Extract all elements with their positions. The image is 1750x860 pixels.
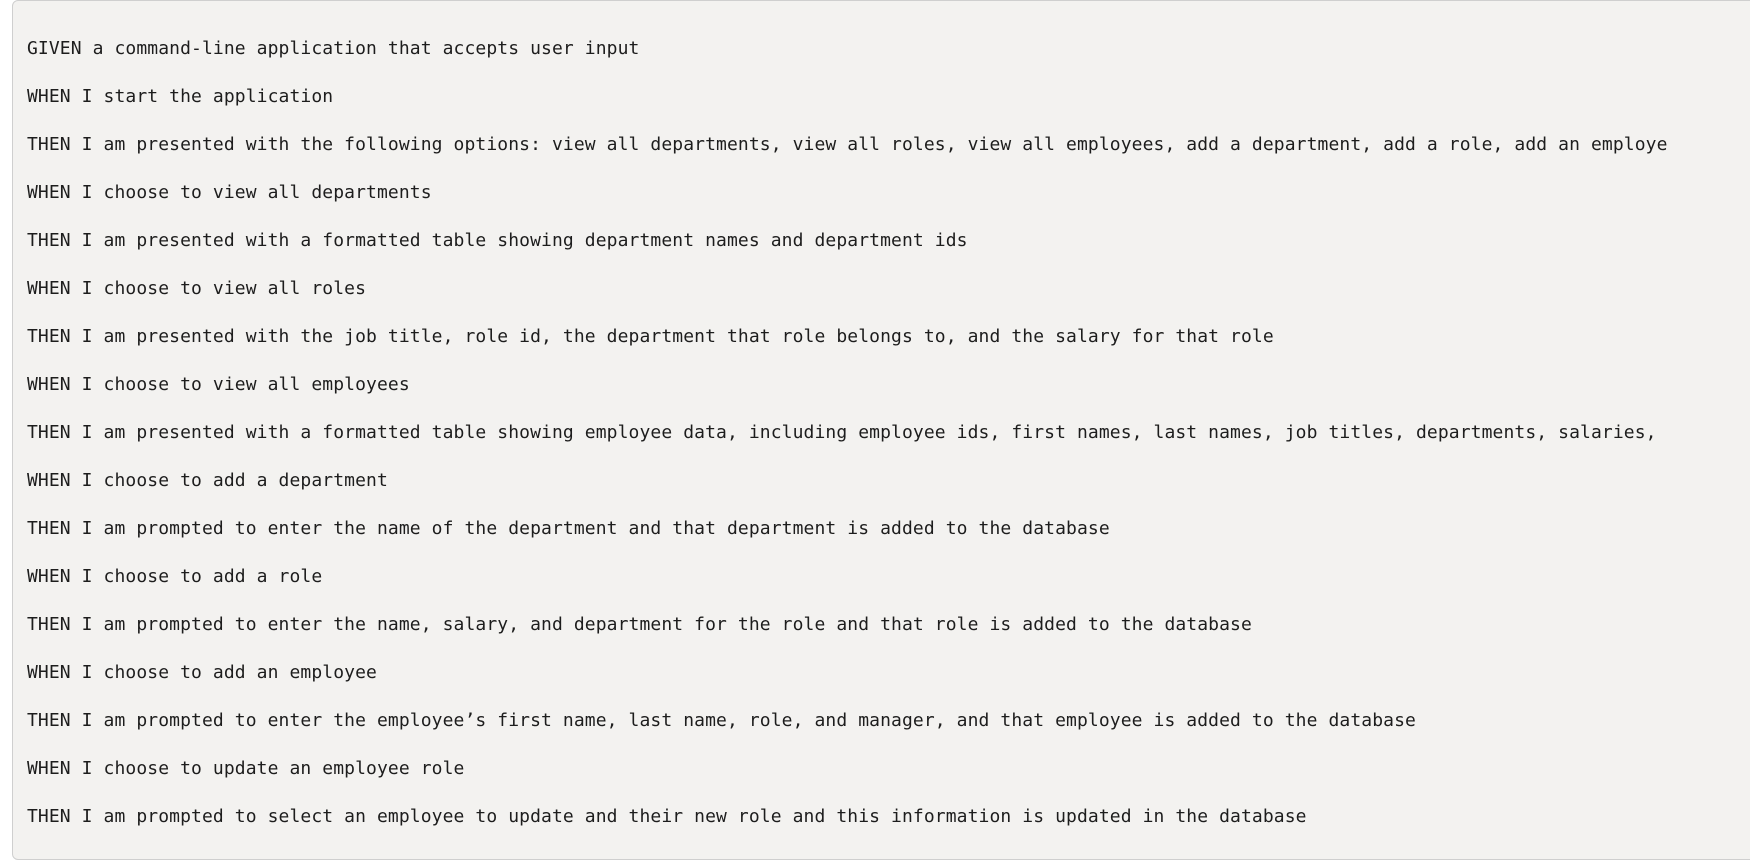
code-line: WHEN I choose to view all departments — [27, 182, 432, 203]
code-line: GIVEN a command-line application that ac… — [27, 38, 640, 59]
code-line: THEN I am prompted to enter the name of … — [27, 518, 1110, 539]
code-line: THEN I am presented with the job title, … — [27, 326, 1274, 347]
code-line: WHEN I choose to add a role — [27, 566, 323, 587]
code-line: THEN I am presented with a formatted tab… — [27, 422, 1657, 443]
code-line: WHEN I choose to add an employee — [27, 662, 377, 683]
code-line: THEN I am prompted to enter the name, sa… — [27, 614, 1252, 635]
code-line: THEN I am presented with a formatted tab… — [27, 230, 968, 251]
code-line: WHEN I choose to update an employee role — [27, 758, 465, 779]
code-lines: GIVEN a command-line application that ac… — [13, 1, 1750, 841]
code-line: WHEN I choose to view all employees — [27, 374, 410, 395]
code-line: WHEN I start the application — [27, 86, 334, 107]
code-line: THEN I am prompted to enter the employee… — [27, 710, 1416, 731]
code-line: WHEN I choose to add a department — [27, 470, 388, 491]
code-block: GIVEN a command-line application that ac… — [12, 0, 1750, 860]
code-line: THEN I am presented with the following o… — [27, 134, 1668, 155]
code-line: THEN I am prompted to select an employee… — [27, 806, 1307, 827]
code-line: WHEN I choose to view all roles — [27, 278, 367, 299]
